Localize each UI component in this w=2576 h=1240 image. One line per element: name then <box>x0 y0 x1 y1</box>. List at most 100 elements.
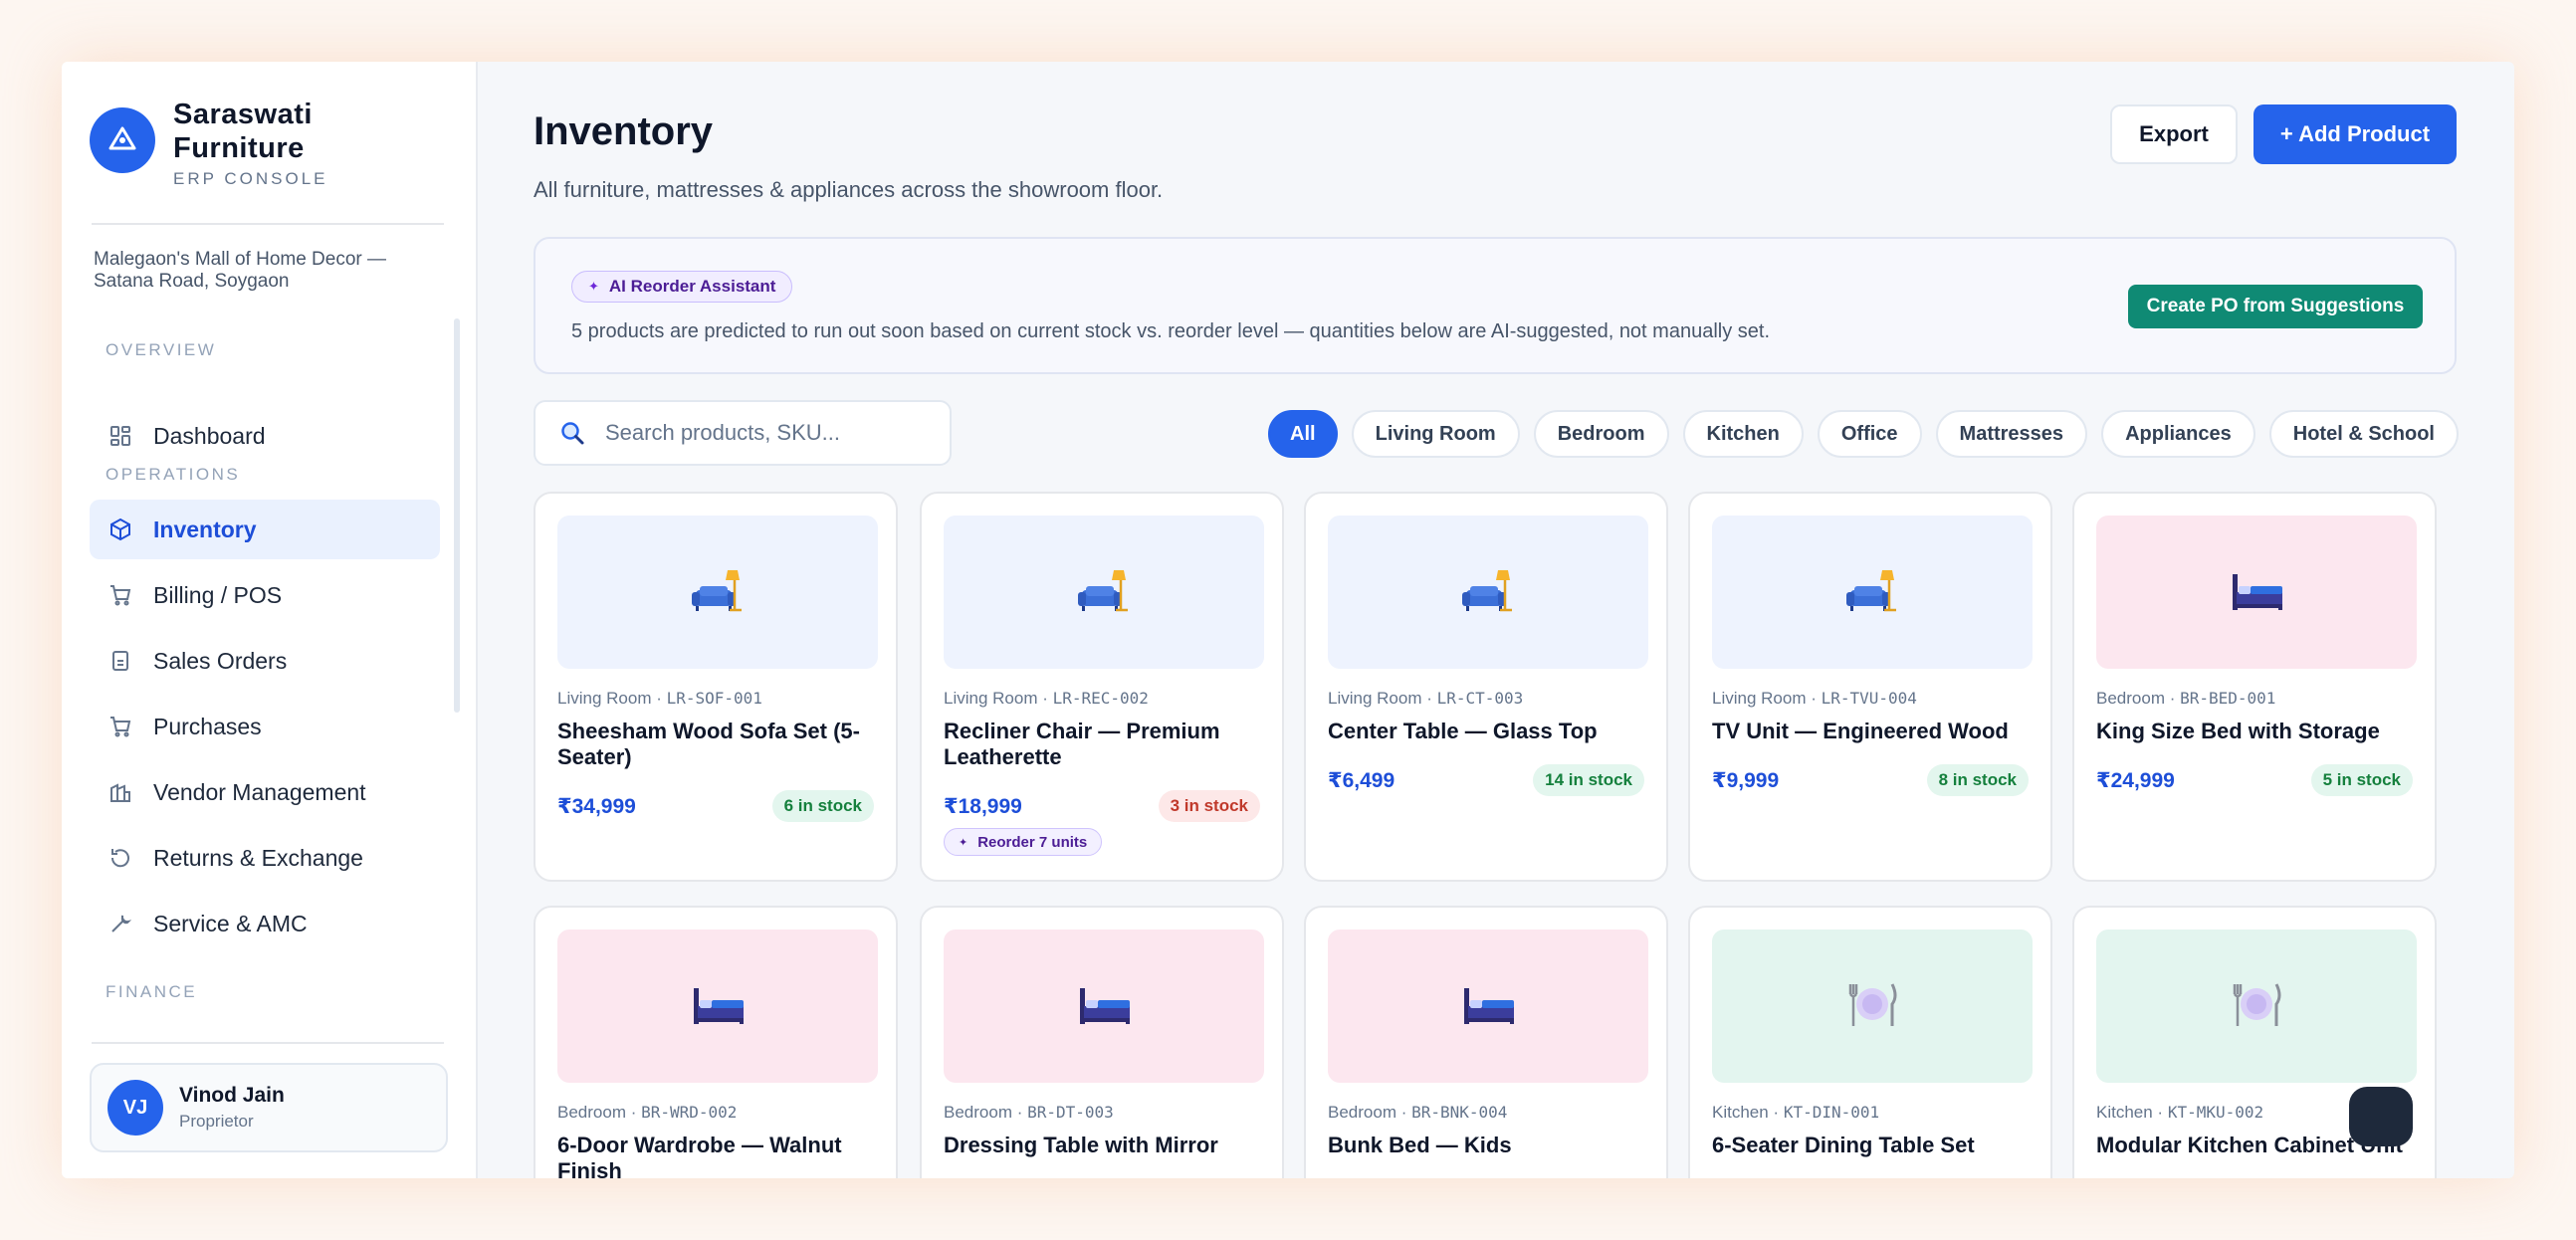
product-card[interactable]: Living Room · LR-CT-003 Center Table — Gl… <box>1304 492 1668 882</box>
product-category: Kitchen <box>1712 1103 1769 1122</box>
sidebar-item-label: Vendor Management <box>153 778 366 805</box>
product-category: Bedroom <box>2096 689 2165 708</box>
stock-badge: 6 in stock <box>771 790 874 822</box>
product-card[interactable]: Bedroom · BR-DT-003 Dressing Table with M… <box>920 906 1284 1178</box>
product-sku: KT-MKU-002 <box>2167 1103 2264 1122</box>
product-image <box>1712 516 2033 669</box>
product-image <box>2096 516 2417 669</box>
chat-fab-button[interactable] <box>2349 1087 2413 1146</box>
sparkle-icon: ✦ <box>588 279 599 294</box>
product-sku: KT-DIN-001 <box>1783 1103 1880 1122</box>
filter-chip[interactable]: Kitchen <box>1682 410 1804 458</box>
product-price: ₹18,999 <box>944 795 1022 818</box>
sidebar-scrollbar[interactable] <box>454 318 460 713</box>
product-sku: BR-BED-001 <box>2180 689 2276 708</box>
product-image <box>557 516 878 669</box>
brand-logo-icon <box>90 107 155 173</box>
sidebar-item-returns[interactable]: Returns & Exchange <box>90 828 440 888</box>
brand-name: Saraswati Furniture <box>173 99 313 164</box>
product-category: Living Room <box>557 689 652 708</box>
ai-reorder-panel: ✦ AI Reorder Assistant 5 products are pr… <box>534 237 2457 374</box>
sidebar-item-billing[interactable]: Billing / POS <box>90 565 440 625</box>
sidebar-item-label: Purchases <box>153 713 262 739</box>
sidebar-item-sales-orders[interactable]: Sales Orders <box>90 631 440 691</box>
brand-subtitle: ERP CONSOLE <box>173 169 328 188</box>
product-card[interactable]: Living Room · LR-TVU-004 TV Unit — Engine… <box>1688 492 2052 882</box>
product-price: ₹24,999 <box>2096 769 2175 792</box>
page-subtitle: All furniture, mattresses & appliances a… <box>534 177 1164 202</box>
add-product-button[interactable]: + Add Product <box>2254 104 2457 164</box>
search-icon <box>559 420 585 446</box>
product-price: ₹34,999 <box>557 795 636 818</box>
filter-chip[interactable]: Office <box>1817 410 1922 458</box>
product-meta: Living Room · LR-TVU-004 <box>1712 689 1917 708</box>
sidebar-item-dashboard[interactable]: Dashboard <box>90 406 440 466</box>
plate-cutlery-icon <box>1842 974 1902 1039</box>
sidebar-item-service[interactable]: Service & AMC <box>90 894 440 953</box>
stock-badge: 3 in stock <box>1158 790 1260 822</box>
product-card[interactable]: Bedroom · BR-WRD-002 6-Door Wardrobe — Wa… <box>534 906 898 1178</box>
filter-chip[interactable]: Mattresses <box>1935 410 2088 458</box>
search-input[interactable] <box>605 420 934 446</box>
sidebar: Saraswati Furniture ERP CONSOLE Malegaon… <box>62 62 478 1178</box>
sidebar-item-inventory[interactable]: Inventory <box>90 500 440 559</box>
refresh-icon <box>107 845 133 871</box>
ai-badge-label: AI Reorder Assistant <box>608 277 776 296</box>
product-name: 6-Seater Dining Table Set <box>1712 1133 1975 1157</box>
product-name: TV Unit — Engineered Wood <box>1712 719 2009 743</box>
product-image <box>557 930 878 1083</box>
product-category: Bedroom <box>557 1103 626 1122</box>
user-role: Proprietor <box>179 1112 254 1131</box>
filter-chip[interactable]: Appliances <box>2101 410 2255 458</box>
user-profile-card[interactable]: VJ Vinod Jain Proprietor <box>90 1063 448 1152</box>
product-image <box>944 516 1264 669</box>
app-window: Saraswati Furniture ERP CONSOLE Malegaon… <box>62 62 2514 1178</box>
user-divider <box>92 1042 444 1044</box>
product-category: Living Room <box>1712 689 1807 708</box>
cart-icon <box>107 582 133 608</box>
product-name: Sheesham Wood Sofa Set (5-Seater) <box>557 719 860 769</box>
product-card[interactable]: Bedroom · BR-BED-001 King Size Bed with S… <box>2072 492 2437 882</box>
section-operations: OPERATIONS <box>106 465 241 484</box>
wrench-icon <box>107 911 133 936</box>
export-button[interactable]: Export <box>2110 104 2238 164</box>
product-image <box>1328 516 1648 669</box>
search-box[interactable] <box>534 400 952 466</box>
create-po-button[interactable]: Create PO from Suggestions <box>2128 285 2423 328</box>
reorder-label: Reorder 7 units <box>977 833 1088 851</box>
sidebar-item-purchases[interactable]: Purchases <box>90 697 440 756</box>
product-name: Bunk Bed — Kids <box>1328 1133 1512 1157</box>
ai-badge: ✦ AI Reorder Assistant <box>571 271 793 303</box>
product-card[interactable]: Living Room · LR-REC-002 Recliner Chair —… <box>920 492 1284 882</box>
grid-icon <box>107 423 133 449</box>
product-sku: LR-TVU-004 <box>1821 689 1917 708</box>
filter-chip[interactable]: Bedroom <box>1533 410 1669 458</box>
sidebar-item-label: Sales Orders <box>153 647 288 674</box>
product-meta: Kitchen · KT-DIN-001 <box>1712 1103 1880 1122</box>
category-filters: All Living Room Bedroom Kitchen Office Mattre… <box>1268 410 2459 458</box>
brand[interactable]: Saraswati Furniture ERP CONSOLE <box>90 98 372 189</box>
product-meta: Kitchen · KT-MKU-002 <box>2096 1103 2264 1122</box>
product-sku: BR-BNK-004 <box>1411 1103 1508 1122</box>
filter-chip[interactable]: Living Room <box>1351 410 1520 458</box>
reorder-suggestion-chip[interactable]: ✦ Reorder 7 units <box>944 828 1103 856</box>
sidebar-item-label: Inventory <box>153 516 257 542</box>
filter-chip[interactable]: Hotel & School <box>2268 410 2459 458</box>
product-image <box>2096 930 2417 1083</box>
product-image <box>1328 930 1648 1083</box>
stock-badge: 14 in stock <box>1533 764 1644 796</box>
document-icon <box>107 648 133 674</box>
bed-icon <box>688 974 748 1039</box>
ai-message: 5 products are predicted to run out soon… <box>571 320 1771 342</box>
product-sku: BR-DT-003 <box>1027 1103 1114 1122</box>
filter-chip[interactable]: All <box>1268 410 1338 458</box>
product-card[interactable]: Bedroom · BR-BNK-004 Bunk Bed — Kids <box>1304 906 1668 1178</box>
stock-badge: 5 in stock <box>2310 764 2413 796</box>
product-card[interactable]: Kitchen · KT-DIN-001 6-Seater Dining Tabl… <box>1688 906 2052 1178</box>
product-sku: BR-WRD-002 <box>641 1103 738 1122</box>
product-card[interactable]: Living Room · LR-SOF-001 Sheesham Wood So… <box>534 492 898 882</box>
product-price: ₹6,499 <box>1328 769 1395 792</box>
product-category: Living Room <box>1328 689 1422 708</box>
sidebar-item-vendors[interactable]: Vendor Management <box>90 762 440 822</box>
sofa-lamp-icon <box>1458 560 1518 625</box>
